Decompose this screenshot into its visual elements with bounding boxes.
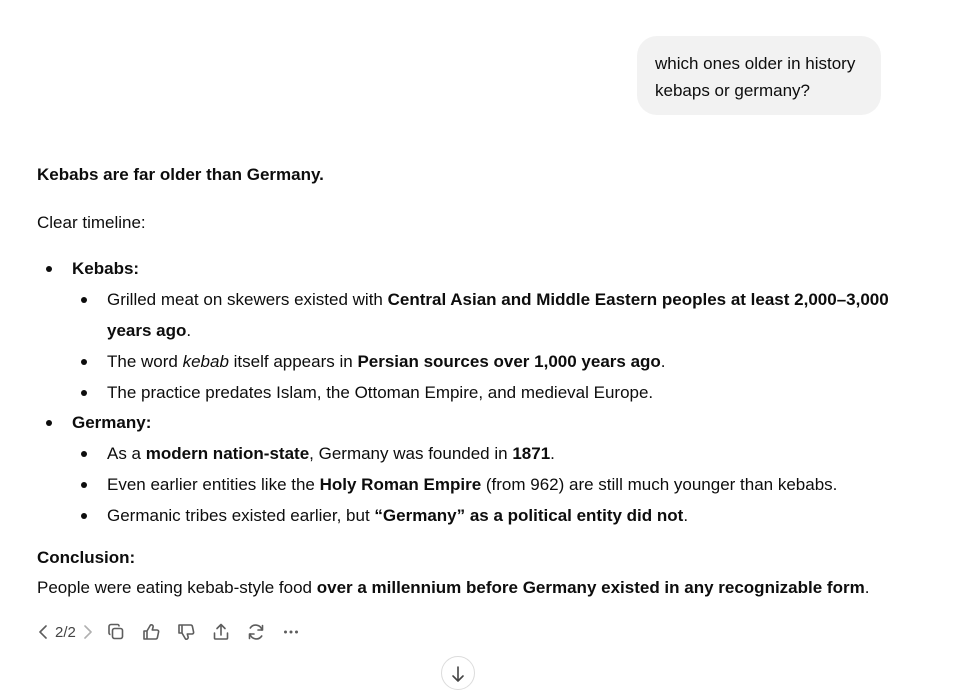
text: , Germany was founded in — [309, 444, 513, 463]
chevron-left-icon[interactable] — [33, 618, 53, 646]
share-icon[interactable] — [207, 618, 235, 646]
timeline-list: Kebabs: Grilled meat on skewers existed … — [37, 254, 937, 531]
text: Germanic tribes existed earlier, but — [107, 506, 375, 525]
list-item: Grilled meat on skewers existed with Cen… — [72, 284, 937, 346]
text: itself appears in — [228, 352, 358, 371]
list-item: Even earlier entities like the Holy Roma… — [72, 469, 937, 500]
response-pager: 2/2 — [33, 618, 98, 646]
list-item: The practice predates Islam, the Ottoman… — [72, 377, 937, 408]
text: . — [186, 321, 192, 340]
kebabs-label: Kebabs: — [72, 259, 140, 278]
bold-text: over a millennium before Germany existed… — [316, 578, 865, 597]
assistant-response: Kebabs are far older than Germany. Clear… — [37, 160, 937, 603]
text: Even earlier entities like the — [107, 475, 320, 494]
regenerate-icon[interactable] — [242, 618, 270, 646]
list-item: Germanic tribes existed earlier, but “Ge… — [72, 500, 937, 531]
list-item-kebabs: Kebabs: Grilled meat on skewers existed … — [37, 254, 937, 408]
kebabs-sublist: Grilled meat on skewers existed with Cen… — [72, 284, 937, 408]
text: Grilled meat on skewers existed with — [107, 290, 388, 309]
chevron-right-icon[interactable] — [78, 618, 98, 646]
bold-text: modern nation-state — [145, 444, 310, 463]
text: . — [550, 444, 555, 463]
user-message-text: which ones older in history kebaps or ge… — [655, 54, 856, 100]
text: The word — [107, 352, 183, 371]
conclusion-title: Conclusion: — [37, 548, 136, 567]
thumbs-down-icon[interactable] — [172, 618, 200, 646]
text: People were eating kebab-style food — [37, 578, 317, 597]
copy-icon[interactable] — [102, 618, 130, 646]
response-headline: Kebabs are far older than Germany. — [37, 165, 324, 184]
text: The practice predates Islam, the Ottoman… — [107, 383, 654, 402]
bold-text: Holy Roman Empire — [319, 475, 482, 494]
list-item-germany: Germany: As a modern nation-state, Germa… — [37, 408, 937, 531]
response-intro: Clear timeline: — [37, 213, 146, 232]
list-item: As a modern nation-state, Germany was fo… — [72, 438, 937, 469]
text: . — [683, 506, 689, 525]
list-item: The word kebab itself appears in Persian… — [72, 346, 937, 377]
italic-text: kebab — [182, 352, 229, 371]
germany-sublist: As a modern nation-state, Germany was fo… — [72, 438, 937, 531]
more-icon[interactable] — [277, 618, 305, 646]
pager-count: 2/2 — [55, 623, 76, 641]
text: (from 962) are still much younger than k… — [481, 475, 838, 494]
conclusion-text: People were eating kebab-style food over… — [37, 573, 937, 603]
bold-text: Persian sources over 1,000 years ago — [357, 352, 661, 371]
text: As a — [107, 444, 146, 463]
text: . — [864, 578, 870, 597]
thumbs-up-icon[interactable] — [137, 618, 165, 646]
text: . — [660, 352, 666, 371]
user-message-bubble: which ones older in history kebaps or ge… — [637, 36, 881, 115]
bold-text: 1871 — [512, 444, 551, 463]
bold-text: “Germany” as a political entity did not — [374, 506, 684, 525]
germany-label: Germany: — [72, 413, 152, 432]
response-toolbar: 2/2 — [33, 618, 312, 646]
scroll-down-button[interactable] — [441, 656, 475, 690]
